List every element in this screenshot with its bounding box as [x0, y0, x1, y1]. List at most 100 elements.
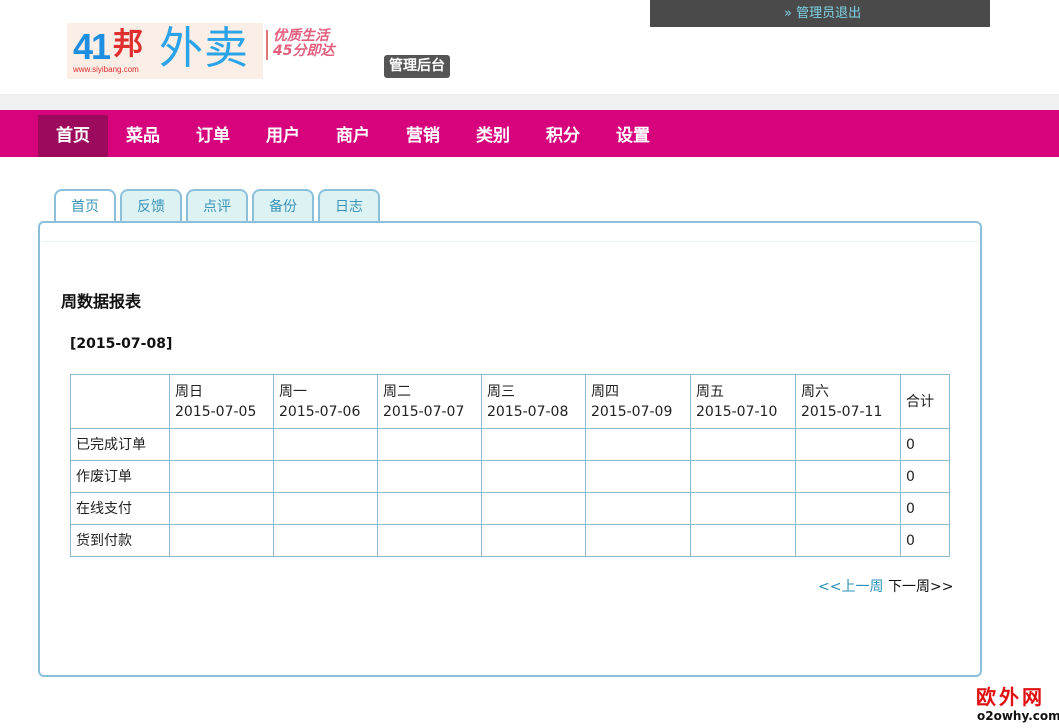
tab-0[interactable]: 首页 — [54, 189, 116, 225]
header-day: 周六 — [801, 383, 829, 400]
tab-3[interactable]: 备份 — [252, 189, 314, 223]
prev-week-link[interactable]: <<上一周 — [818, 578, 883, 596]
row-label: 货到付款 — [70, 524, 170, 557]
value-cell — [377, 492, 482, 525]
value-cell — [377, 460, 482, 493]
nav-item-4[interactable]: 商户 — [318, 115, 388, 157]
header-cell: 周六 2015-07-11 — [795, 374, 901, 429]
row-total: 0 — [900, 492, 950, 525]
value-cell — [585, 428, 691, 461]
report-date: [2015-07-08] — [70, 336, 173, 352]
header-day: 周日 — [175, 383, 203, 400]
table-row: 在线支付 0 — [70, 492, 950, 525]
header-corner-cell — [70, 374, 170, 429]
header-day: 周四 — [591, 383, 619, 400]
value-cell — [481, 524, 586, 557]
header-day: 周五 — [696, 383, 724, 400]
value-cell — [690, 428, 796, 461]
row-label: 作废订单 — [70, 460, 170, 493]
top-bar: » 管理员退出 — [650, 0, 990, 27]
nav-item-8[interactable]: 设置 — [598, 115, 668, 157]
panel-divider — [42, 241, 978, 242]
header-date: 2015-07-07 — [383, 403, 465, 420]
site-logo[interactable]: 41 邦 www.siyibang.com 外卖 — [67, 23, 263, 79]
report-title: 周数据报表 — [61, 292, 142, 311]
value-cell — [690, 492, 796, 525]
nav-item-5[interactable]: 营销 — [388, 115, 458, 157]
header-day: 周一 — [279, 383, 307, 400]
slogan-line-2: 45分即达 — [273, 43, 335, 59]
value-cell — [690, 524, 796, 557]
value-cell — [273, 492, 378, 525]
nav-item-1[interactable]: 菜品 — [108, 115, 178, 157]
header-date: 2015-07-09 — [591, 403, 673, 420]
header-cell: 周二 2015-07-07 — [377, 374, 482, 429]
logo-name: 外卖 — [159, 23, 249, 74]
value-cell — [169, 492, 274, 525]
watermark-url: o2owhy.com — [977, 709, 1059, 723]
row-label: 在线支付 — [70, 492, 170, 525]
admin-logout-link[interactable]: » 管理员退出 — [784, 4, 861, 23]
header-divider-strip — [0, 94, 1059, 110]
value-cell — [377, 524, 482, 557]
value-cell — [795, 460, 901, 493]
nav-item-6[interactable]: 类别 — [458, 115, 528, 157]
row-total: 0 — [900, 460, 950, 493]
value-cell — [169, 524, 274, 557]
header-date: 2015-07-10 — [696, 403, 778, 420]
header-date: 2015-07-05 — [175, 403, 257, 420]
value-cell — [795, 524, 901, 557]
weekly-report-table: 周日 2015-07-05 周一 2015-07-06 周二 2015-07-07 周三 20… — [70, 374, 950, 557]
header-cell: 周四 2015-07-09 — [585, 374, 691, 429]
logo-brand-char: 邦 — [113, 27, 143, 62]
value-cell — [273, 524, 378, 557]
header-cell: 周一 2015-07-06 — [273, 374, 378, 429]
value-cell — [481, 460, 586, 493]
value-cell — [273, 460, 378, 493]
header-cell: 周五 2015-07-10 — [690, 374, 796, 429]
value-cell — [795, 492, 901, 525]
value-cell — [795, 428, 901, 461]
next-week-link[interactable]: 下一周>> — [888, 578, 953, 596]
value-cell — [273, 428, 378, 461]
header-date: 2015-07-06 — [279, 403, 361, 420]
watermark-title: 欧外网 — [976, 685, 1045, 709]
table-row: 作废订单 0 — [70, 460, 950, 493]
value-cell — [481, 428, 586, 461]
admin-badge: 管理后台 — [384, 55, 450, 78]
header-cell: 周三 2015-07-08 — [481, 374, 586, 429]
logo-number: 41 — [73, 26, 111, 67]
row-label: 已完成订单 — [70, 428, 170, 461]
header-day: 周二 — [383, 383, 411, 400]
table-row: 货到付款 0 — [70, 524, 950, 557]
header-cell: 周日 2015-07-05 — [169, 374, 274, 429]
header-date: 2015-07-08 — [487, 403, 569, 420]
value-cell — [585, 492, 691, 525]
main-nav: 首页 菜品 订单 用户 商户 营销 类别 积分 设置 — [0, 110, 1059, 157]
nav-item-3[interactable]: 用户 — [248, 115, 318, 157]
row-total: 0 — [900, 524, 950, 557]
tab-2[interactable]: 点评 — [186, 189, 248, 223]
header-day: 周三 — [487, 383, 515, 400]
nav-item-0[interactable]: 首页 — [38, 115, 108, 157]
header-total-cell: 合计 — [900, 374, 950, 429]
logo-url: www.siyibang.com — [73, 65, 139, 74]
value-cell — [690, 460, 796, 493]
nav-item-2[interactable]: 订单 — [178, 115, 248, 157]
value-cell — [169, 428, 274, 461]
row-total: 0 — [900, 428, 950, 461]
value-cell — [169, 460, 274, 493]
value-cell — [481, 492, 586, 525]
nav-item-7[interactable]: 积分 — [528, 115, 598, 157]
value-cell — [377, 428, 482, 461]
table-header-row: 周日 2015-07-05 周一 2015-07-06 周二 2015-07-07 周三 20… — [70, 374, 950, 429]
value-cell — [585, 460, 691, 493]
slogan-divider — [266, 30, 268, 60]
table-row: 已完成订单 0 — [70, 428, 950, 461]
tab-1[interactable]: 反馈 — [120, 189, 182, 223]
tab-4[interactable]: 日志 — [318, 189, 380, 223]
header-date: 2015-07-11 — [801, 403, 883, 420]
header: 41 邦 www.siyibang.com 外卖 优质生活 45分即达 管理后台… — [0, 0, 1059, 94]
slogan-line-1: 优质生活 — [273, 28, 329, 44]
value-cell — [585, 524, 691, 557]
